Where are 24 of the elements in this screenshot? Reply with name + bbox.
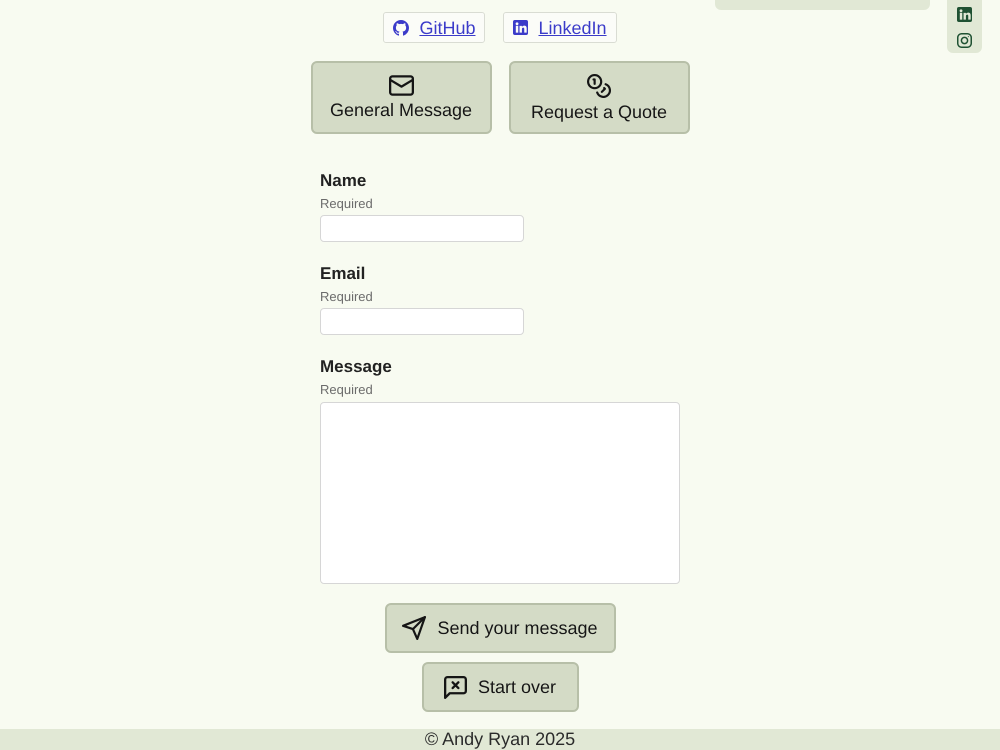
envelope-icon (388, 75, 414, 96)
coins-icon (587, 74, 611, 98)
linkedin-link[interactable]: LinkedIn (503, 12, 617, 43)
linkedin-icon (513, 20, 528, 35)
message-textarea[interactable] (320, 402, 680, 584)
text-input[interactable] (320, 308, 524, 335)
field-label: Message (320, 357, 392, 377)
quote-button[interactable]: Request a Quote (508, 61, 690, 134)
paper-plane-icon (402, 616, 426, 640)
linkedin-icon[interactable] (957, 7, 972, 22)
message-x-icon (444, 676, 467, 698)
copyright-text: © Andy Ryan 2025 (424, 729, 576, 750)
instagram-icon[interactable] (957, 33, 972, 48)
required-hint: Required (320, 196, 373, 212)
start-over-button[interactable]: Start over (422, 662, 578, 712)
send-button[interactable]: Send your message (384, 603, 616, 653)
message-type-button[interactable]: General Message (310, 61, 492, 134)
field-label: Email (320, 264, 366, 284)
github-icon (393, 20, 410, 36)
text-input[interactable] (320, 215, 524, 242)
field-label: Name (320, 171, 366, 191)
required-hint: Required (320, 382, 373, 398)
github-link[interactable]: GitHub (383, 12, 486, 43)
required-hint: Required (320, 289, 373, 305)
